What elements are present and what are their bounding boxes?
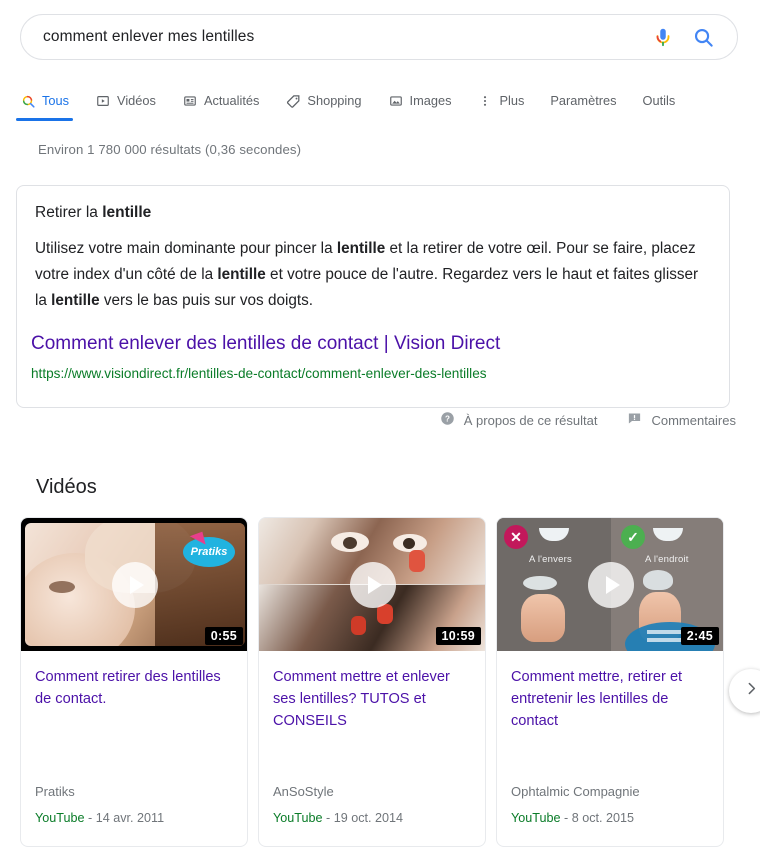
video-duration: 10:59 — [435, 627, 481, 645]
play-triangle-icon — [368, 575, 382, 594]
tab-label: Actualités — [203, 93, 260, 108]
video-meta: YouTube - 8 oct. 2015 — [511, 811, 634, 825]
tab-label: Outils — [642, 93, 676, 108]
snippet-keyword: lentille — [336, 240, 386, 257]
search-icon — [20, 93, 36, 109]
tab-tous[interactable]: Tous — [15, 84, 74, 121]
video-thumbnail[interactable]: 10:59 — [259, 518, 485, 651]
video-thumbnail[interactable]: Pratiks 0:55 — [21, 518, 247, 651]
video-title[interactable]: Comment retirer des lentilles de contact… — [35, 666, 235, 710]
tab-actualites[interactable]: Actualités — [182, 84, 259, 118]
incorrect-badge-icon: ✕ — [504, 525, 528, 549]
play-triangle-icon — [130, 575, 144, 594]
video-channel: AnSoStyle — [273, 784, 334, 799]
search-bar[interactable] — [20, 14, 738, 60]
search-input[interactable] — [41, 27, 643, 47]
snippet-text: Utilisez votre main dominante pour pince… — [35, 240, 337, 257]
snippet-paragraph: Utilisez votre main dominante pour pince… — [35, 236, 707, 314]
videos-section-heading: Vidéos — [36, 476, 97, 498]
snippet-heading: Retirer la lentille — [35, 204, 151, 222]
overlay-right-label: A l'endroit — [645, 554, 689, 565]
brand-label: Pratiks — [190, 546, 228, 558]
tab-outils[interactable]: Outils — [643, 84, 676, 118]
video-source: YouTube — [273, 811, 323, 825]
tab-videos[interactable]: Vidéos — [95, 84, 156, 118]
video-card[interactable]: 10:59 Comment mettre et enlever ses lent… — [258, 517, 486, 847]
video-meta: YouTube - 14 avr. 2011 — [35, 811, 164, 825]
search-icon[interactable] — [683, 17, 723, 57]
video-thumbnail[interactable]: ✕ ✓ A l'envers A l'endroit 2:45 — [497, 518, 723, 651]
snippet-text: vers le bas puis sur vos doigts. — [99, 292, 314, 309]
correct-badge-icon: ✓ — [621, 525, 645, 549]
microphone-icon[interactable] — [643, 17, 683, 57]
video-title[interactable]: Comment mettre, retirer et entretenir le… — [511, 666, 711, 732]
video-title[interactable]: Comment mettre et enlever ses lentilles?… — [273, 666, 473, 732]
svg-text:?: ? — [445, 414, 450, 423]
video-meta-separator: - — [560, 811, 572, 825]
snippet-keyword: lentille — [217, 266, 266, 283]
video-date: 8 oct. 2015 — [571, 811, 635, 825]
help-circle-icon: ? — [440, 411, 455, 429]
video-duration: 0:55 — [204, 627, 243, 645]
feedback-button[interactable]: Commentaires — [627, 411, 736, 429]
about-this-result-button[interactable]: ? À propos de ce résultat — [440, 411, 598, 429]
feedback-label: Commentaires — [651, 412, 736, 428]
play-button[interactable] — [350, 561, 396, 608]
tab-plus[interactable]: Plus — [477, 84, 524, 118]
video-channel: Pratiks — [35, 784, 75, 799]
about-this-result-label: À propos de ce résultat — [463, 412, 598, 428]
tag-icon — [285, 93, 301, 109]
play-button[interactable] — [112, 561, 158, 608]
video-card[interactable]: Pratiks 0:55 Comment retirer des lentill… — [20, 517, 248, 847]
video-card[interactable]: ✕ ✓ A l'envers A l'endroit 2:45 Comment … — [496, 517, 724, 847]
search-bar-container — [20, 14, 738, 60]
pratiks-brand-overlay: Pratiks — [183, 537, 235, 567]
snippet-keyword: lentille — [51, 292, 100, 309]
video-date: 14 avr. 2011 — [95, 811, 165, 825]
tab-label: Plus — [499, 93, 525, 108]
video-meta-separator: - — [84, 811, 96, 825]
news-icon — [182, 93, 198, 109]
snippet-heading-bold: lentille — [102, 204, 152, 221]
snippet-result-url[interactable]: https://www.visiondirect.fr/lentilles-de… — [31, 364, 487, 384]
snippet-result-title[interactable]: Comment enlever des lentilles de contact… — [31, 331, 500, 357]
video-source: YouTube — [35, 811, 85, 825]
video-meta: YouTube - 19 oct. 2014 — [273, 811, 403, 825]
video-channel: Ophtalmic Compagnie — [511, 784, 640, 799]
video-icon — [95, 93, 111, 109]
snippet-heading-prefix: Retirer la — [35, 204, 103, 221]
video-meta-separator: - — [322, 811, 334, 825]
tab-label: Images — [409, 93, 452, 108]
play-button[interactable] — [588, 561, 634, 608]
carousel-next-button[interactable] — [729, 669, 760, 713]
more-vertical-icon — [477, 93, 493, 109]
play-triangle-icon — [606, 575, 620, 594]
video-date: 19 oct. 2014 — [333, 811, 404, 825]
tab-parametres[interactable]: Paramètres — [550, 84, 616, 118]
overlay-left-label: A l'envers — [529, 554, 572, 565]
featured-snippet-card: Retirer la lentille Utilisez votre main … — [16, 185, 730, 408]
tab-label: Tous — [42, 93, 70, 108]
search-nav-tabs: Tous Vidéos Actualités Shopping Images P… — [15, 84, 760, 122]
results-count: Environ 1 780 000 résultats (0,36 second… — [38, 142, 302, 157]
tab-label: Paramètres — [550, 93, 617, 108]
video-source: YouTube — [511, 811, 561, 825]
image-icon — [388, 93, 404, 109]
feedback-icon — [627, 411, 642, 429]
videos-carousel: Pratiks 0:55 Comment retirer des lentill… — [20, 517, 760, 847]
tab-images[interactable]: Images — [388, 84, 452, 118]
video-duration: 2:45 — [680, 627, 719, 645]
snippet-actions: ? À propos de ce résultat Commentaires — [440, 411, 736, 429]
chevron-right-icon — [743, 680, 760, 702]
tab-label: Vidéos — [117, 93, 156, 108]
tab-shopping[interactable]: Shopping — [285, 84, 362, 118]
tab-label: Shopping — [307, 93, 362, 108]
